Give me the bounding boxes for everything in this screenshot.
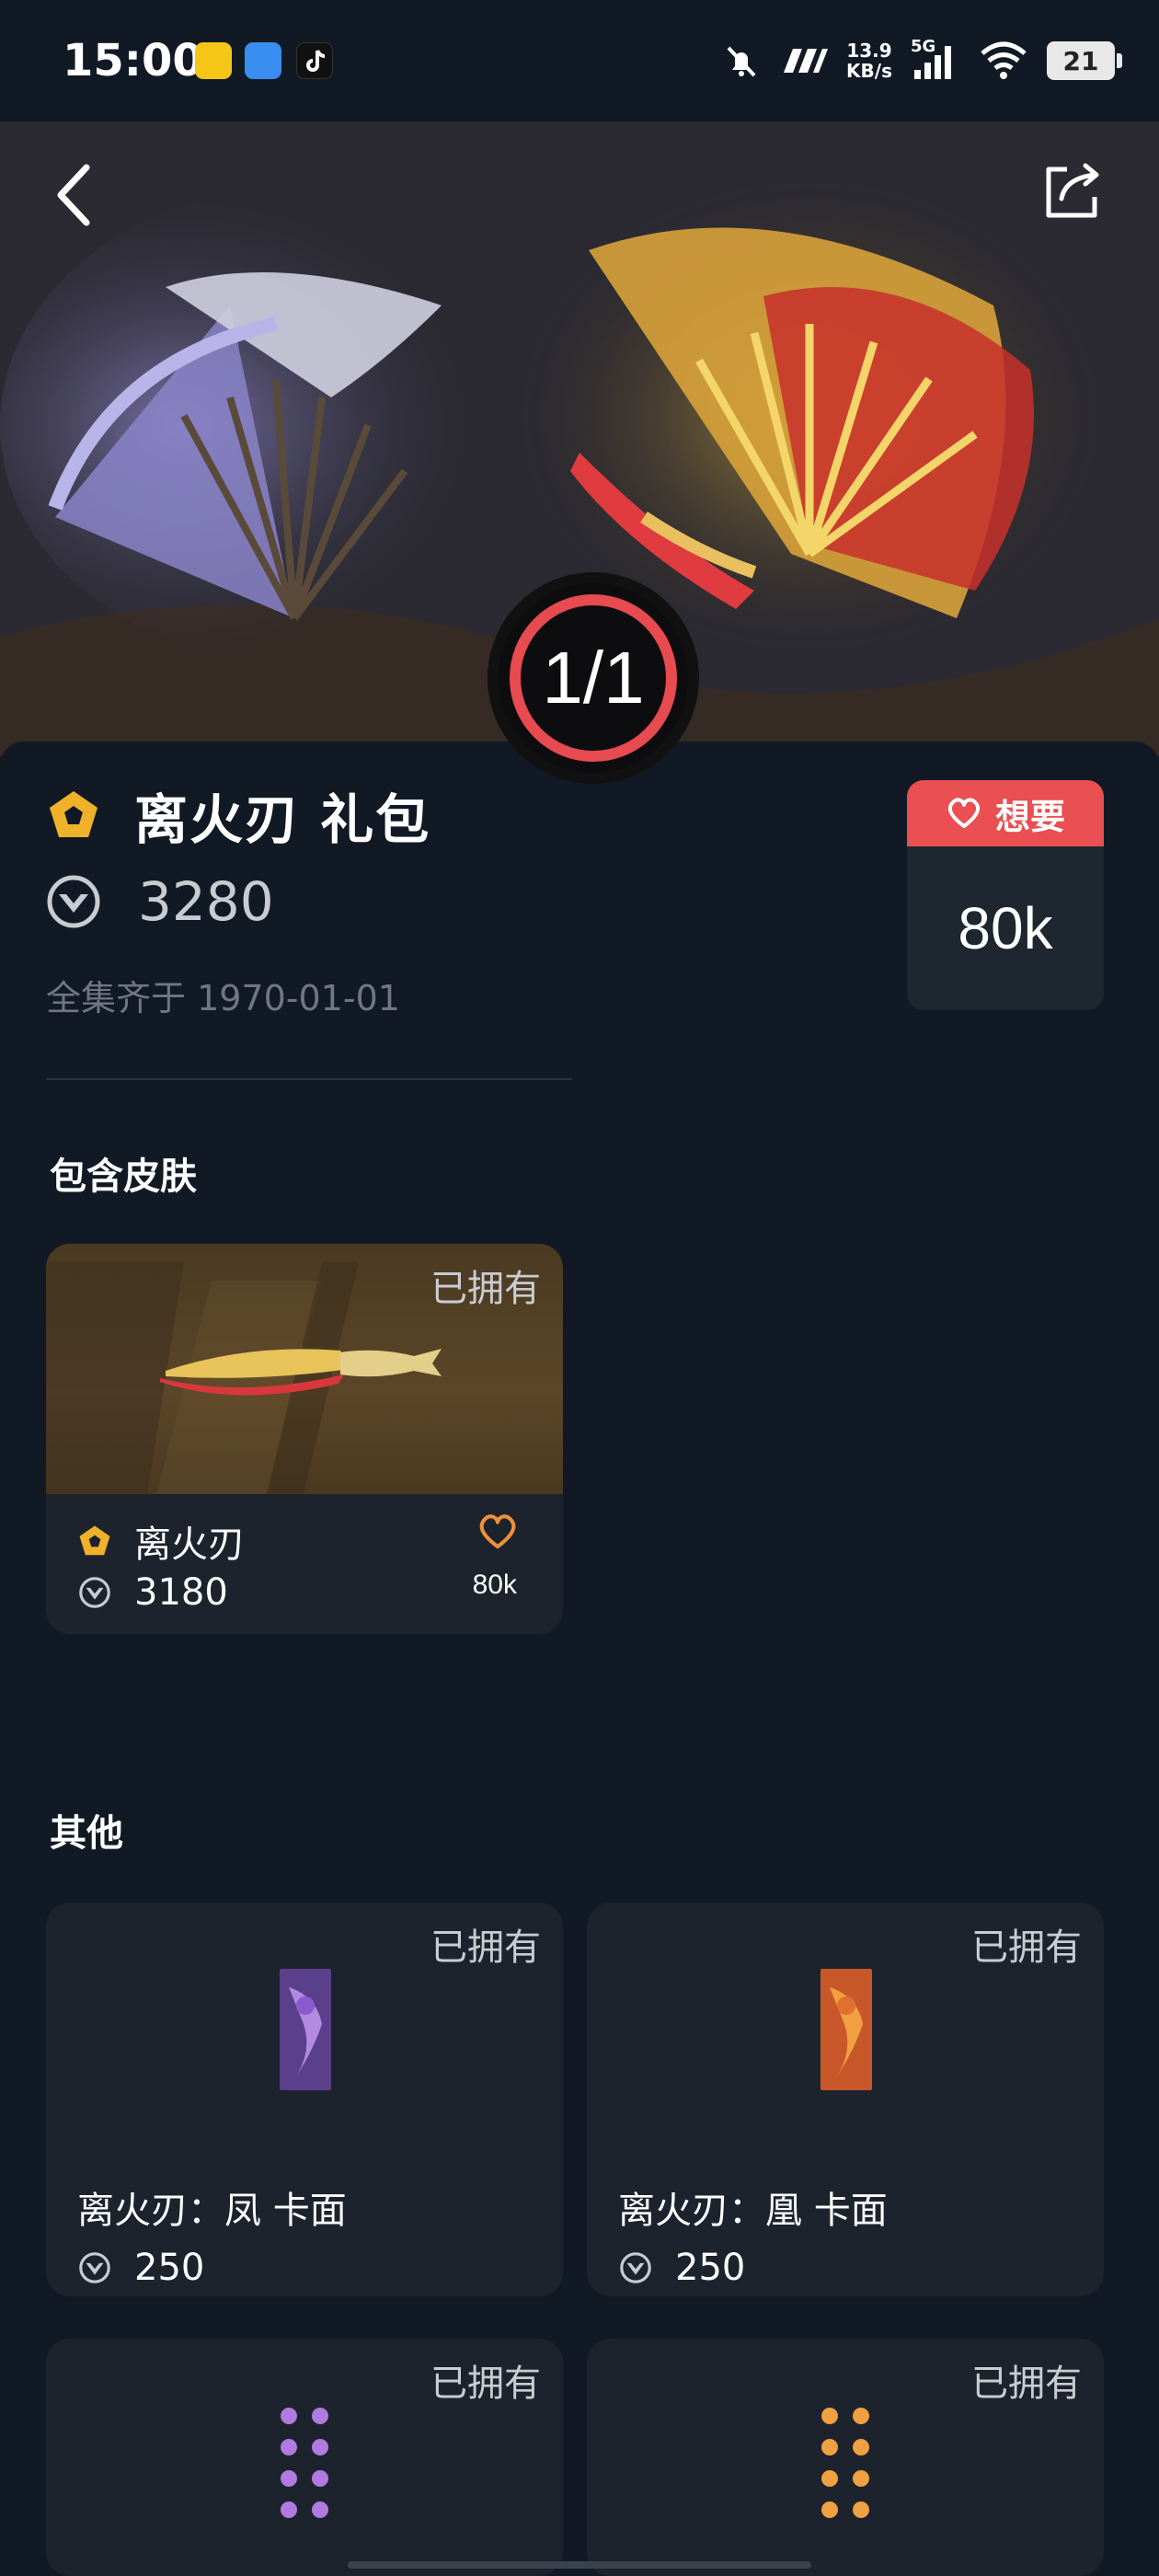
back-icon[interactable] [48, 158, 103, 232]
section-title-others: 其他 [50, 1812, 123, 1855]
vp-icon [47, 875, 100, 928]
spray-card-orange[interactable]: 已拥有 [587, 2339, 1104, 2576]
divider [46, 1078, 572, 1080]
signal-icon: 5G [911, 37, 960, 81]
content-panel: 离火刃 礼包 3280 全集齐于 1970-01-01 想要 80k 包含皮肤 [0, 742, 1159, 2576]
want-header: 想要 [907, 780, 1104, 846]
want-count: 80k [958, 895, 1053, 961]
heart-icon[interactable] [476, 1512, 519, 1551]
bundle-title: 离火刃 礼包 [134, 788, 431, 851]
network-brand-icon [784, 49, 829, 73]
net-speed: 13.9 KB/s [846, 40, 892, 82]
card-thumbnail [280, 1969, 331, 2090]
card-thumbnail [820, 1969, 872, 2090]
card-price: 250 [675, 2247, 746, 2289]
want-label: 想要 [994, 796, 1065, 837]
skin-price: 3180 [134, 1571, 228, 1614]
want-button[interactable]: 想要 80k [907, 780, 1104, 1010]
skin-card[interactable]: 已拥有 离火刃 3180 80k [46, 1244, 563, 1634]
skin-name: 离火刃 [134, 1524, 245, 1566]
status-indicators: 13.9 KB/s 5G 21 [721, 37, 1122, 85]
bundle-price-row: 3280 [46, 870, 274, 933]
skin-name-row: 离火刃 [77, 1514, 245, 1568]
owned-badge: 已拥有 [430, 2363, 541, 2405]
battery-indicator: 21 [1047, 41, 1122, 80]
app-notification-icon [245, 42, 281, 79]
rank-icon [50, 791, 98, 837]
card-title: 离火刃：凰 卡面 [618, 2190, 888, 2232]
owned-badge: 已拥有 [430, 1926, 541, 1969]
card-price: 250 [134, 2247, 205, 2289]
owned-badge: 已拥有 [971, 2363, 1082, 2405]
owned-badge: 已拥有 [430, 1268, 541, 1310]
tiktok-icon [296, 42, 333, 79]
spray-card-purple[interactable]: 已拥有 [46, 2339, 563, 2576]
share-icon[interactable] [1039, 158, 1106, 224]
player-card-phoenix-female[interactable]: 已拥有 离火刃：凰 卡面 250 [587, 1903, 1104, 2296]
card-price-row: 250 [77, 2247, 204, 2289]
spray-thumbnail [821, 2408, 869, 2518]
owned-badge: 已拥有 [971, 1926, 1082, 1969]
heart-icon [947, 798, 981, 828]
mute-bell-icon [727, 46, 756, 77]
completed-date: 全集齐于 1970-01-01 [46, 978, 400, 1018]
spray-thumbnail [281, 2408, 328, 2518]
status-time: 15:00 [63, 35, 203, 86]
skin-price-row: 3180 [77, 1571, 228, 1614]
home-indicator[interactable] [348, 2561, 811, 2569]
wifi-icon [981, 41, 1027, 79]
rank-icon [79, 1525, 110, 1556]
vp-icon [620, 2252, 651, 2283]
image-page-counter: 1/1 [488, 572, 699, 784]
bundle-title-row: 离火刃 礼包 [46, 776, 430, 854]
section-title-included-skins: 包含皮肤 [50, 1156, 197, 1198]
status-bar: 15:00 13.9 KB/s 5G 21 [0, 0, 1159, 121]
vp-icon [79, 1577, 110, 1608]
vp-icon [79, 2252, 110, 2283]
player-card-phoenix[interactable]: 已拥有 离火刃：凤 卡面 250 [46, 1903, 563, 2296]
bundle-price: 3280 [138, 870, 274, 933]
skin-image: 已拥有 [46, 1244, 563, 1494]
skin-want-count: 80k [472, 1570, 517, 1600]
app-notification-icon [195, 42, 232, 79]
card-price-row: 250 [618, 2247, 745, 2289]
card-title: 离火刃：凤 卡面 [77, 2190, 347, 2232]
page-counter-text: 1/1 [510, 594, 677, 762]
